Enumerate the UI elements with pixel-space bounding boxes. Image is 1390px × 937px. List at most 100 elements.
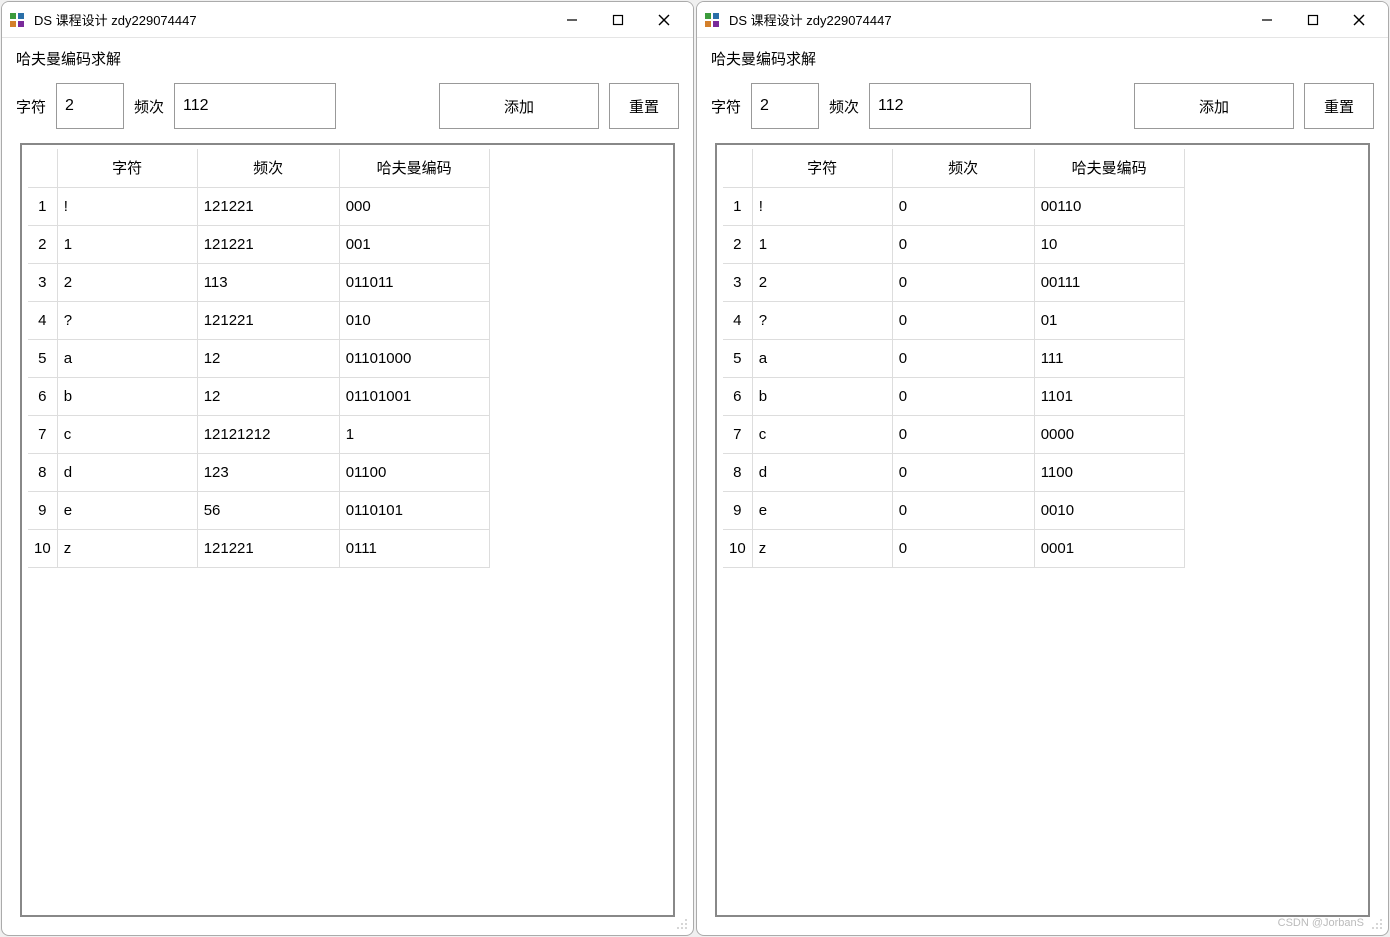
cell-char[interactable]: d — [752, 453, 892, 491]
table-row[interactable]: 21121221001 — [28, 225, 489, 263]
header-char[interactable]: 字符 — [752, 149, 892, 187]
cell-freq[interactable]: 121221 — [197, 529, 339, 567]
resize-grip-icon[interactable] — [673, 915, 689, 931]
table-row[interactable]: 5a0111 — [723, 339, 1184, 377]
cell-freq[interactable]: 0 — [892, 301, 1034, 339]
cell-freq[interactable]: 0 — [892, 491, 1034, 529]
row-index[interactable]: 7 — [723, 415, 752, 453]
cell-char[interactable]: 1 — [752, 225, 892, 263]
cell-code[interactable]: 0010 — [1034, 491, 1184, 529]
cell-code[interactable]: 01101001 — [339, 377, 489, 415]
table-row[interactable]: 5a1201101000 — [28, 339, 489, 377]
table-row[interactable]: 6b01101 — [723, 377, 1184, 415]
table-row[interactable]: 7c00000 — [723, 415, 1184, 453]
cell-code[interactable]: 01101000 — [339, 339, 489, 377]
cell-code[interactable]: 0000 — [1034, 415, 1184, 453]
header-char[interactable]: 字符 — [57, 149, 197, 187]
reset-button[interactable]: 重置 — [609, 83, 679, 129]
row-index[interactable]: 6 — [723, 377, 752, 415]
table-row[interactable]: 21010 — [723, 225, 1184, 263]
row-index[interactable]: 8 — [28, 453, 57, 491]
cell-code[interactable]: 1101 — [1034, 377, 1184, 415]
cell-char[interactable]: b — [752, 377, 892, 415]
cell-code[interactable]: 01100 — [339, 453, 489, 491]
cell-freq[interactable]: 123 — [197, 453, 339, 491]
cell-freq[interactable]: 0 — [892, 415, 1034, 453]
cell-code[interactable]: 00111 — [1034, 263, 1184, 301]
table-scroll[interactable]: 字符 频次 哈夫曼编码 1!12122100021121221001321130… — [20, 143, 675, 917]
row-index[interactable]: 7 — [28, 415, 57, 453]
row-index[interactable]: 8 — [723, 453, 752, 491]
minimize-button[interactable] — [1244, 4, 1290, 36]
table-row[interactable]: 6b1201101001 — [28, 377, 489, 415]
table-row[interactable]: 4?001 — [723, 301, 1184, 339]
table-row[interactable]: 9e560110101 — [28, 491, 489, 529]
cell-freq[interactable]: 0 — [892, 377, 1034, 415]
close-button[interactable] — [641, 4, 687, 36]
cell-freq[interactable]: 0 — [892, 453, 1034, 491]
cell-freq[interactable]: 0 — [892, 339, 1034, 377]
table-row[interactable]: 10z00001 — [723, 529, 1184, 567]
table-row[interactable]: 7c121212121 — [28, 415, 489, 453]
cell-char[interactable]: ? — [57, 301, 197, 339]
cell-code[interactable]: 1 — [339, 415, 489, 453]
row-index[interactable]: 3 — [723, 263, 752, 301]
row-index[interactable]: 2 — [723, 225, 752, 263]
maximize-button[interactable] — [595, 4, 641, 36]
table-row[interactable]: 8d12301100 — [28, 453, 489, 491]
cell-char[interactable]: e — [57, 491, 197, 529]
cell-char[interactable]: ? — [752, 301, 892, 339]
cell-char[interactable]: a — [752, 339, 892, 377]
cell-freq[interactable]: 0 — [892, 225, 1034, 263]
row-index[interactable]: 10 — [723, 529, 752, 567]
cell-code[interactable]: 001 — [339, 225, 489, 263]
table-row[interactable]: 32000111 — [723, 263, 1184, 301]
cell-code[interactable]: 0110101 — [339, 491, 489, 529]
row-index[interactable]: 1 — [723, 187, 752, 225]
cell-code[interactable]: 111 — [1034, 339, 1184, 377]
header-code[interactable]: 哈夫曼编码 — [1034, 149, 1184, 187]
row-index[interactable]: 5 — [28, 339, 57, 377]
cell-code[interactable]: 000 — [339, 187, 489, 225]
table-row[interactable]: 4?121221010 — [28, 301, 489, 339]
cell-char[interactable]: z — [752, 529, 892, 567]
close-button[interactable] — [1336, 4, 1382, 36]
table-row[interactable]: 9e00010 — [723, 491, 1184, 529]
cell-freq[interactable]: 121221 — [197, 301, 339, 339]
row-index[interactable]: 5 — [723, 339, 752, 377]
char-input[interactable] — [751, 83, 819, 129]
cell-char[interactable]: c — [57, 415, 197, 453]
row-index[interactable]: 6 — [28, 377, 57, 415]
cell-char[interactable]: ! — [57, 187, 197, 225]
cell-char[interactable]: 1 — [57, 225, 197, 263]
cell-char[interactable]: a — [57, 339, 197, 377]
cell-char[interactable]: d — [57, 453, 197, 491]
cell-freq[interactable]: 56 — [197, 491, 339, 529]
cell-code[interactable]: 010 — [339, 301, 489, 339]
row-index[interactable]: 9 — [28, 491, 57, 529]
table-row[interactable]: 8d01100 — [723, 453, 1184, 491]
header-code[interactable]: 哈夫曼编码 — [339, 149, 489, 187]
char-input[interactable] — [56, 83, 124, 129]
resize-grip-icon[interactable] — [1368, 915, 1384, 931]
cell-freq[interactable]: 0 — [892, 263, 1034, 301]
cell-freq[interactable]: 0 — [892, 187, 1034, 225]
freq-input[interactable] — [174, 83, 336, 129]
cell-freq[interactable]: 0 — [892, 529, 1034, 567]
row-index[interactable]: 4 — [723, 301, 752, 339]
cell-code[interactable]: 1100 — [1034, 453, 1184, 491]
cell-freq[interactable]: 121221 — [197, 187, 339, 225]
cell-code[interactable]: 10 — [1034, 225, 1184, 263]
cell-code[interactable]: 011011 — [339, 263, 489, 301]
cell-freq[interactable]: 113 — [197, 263, 339, 301]
row-index[interactable]: 4 — [28, 301, 57, 339]
cell-char[interactable]: ! — [752, 187, 892, 225]
cell-freq[interactable]: 12121212 — [197, 415, 339, 453]
cell-char[interactable]: 2 — [57, 263, 197, 301]
row-index[interactable]: 10 — [28, 529, 57, 567]
cell-char[interactable]: 2 — [752, 263, 892, 301]
cell-code[interactable]: 0111 — [339, 529, 489, 567]
cell-char[interactable]: c — [752, 415, 892, 453]
cell-freq[interactable]: 121221 — [197, 225, 339, 263]
maximize-button[interactable] — [1290, 4, 1336, 36]
